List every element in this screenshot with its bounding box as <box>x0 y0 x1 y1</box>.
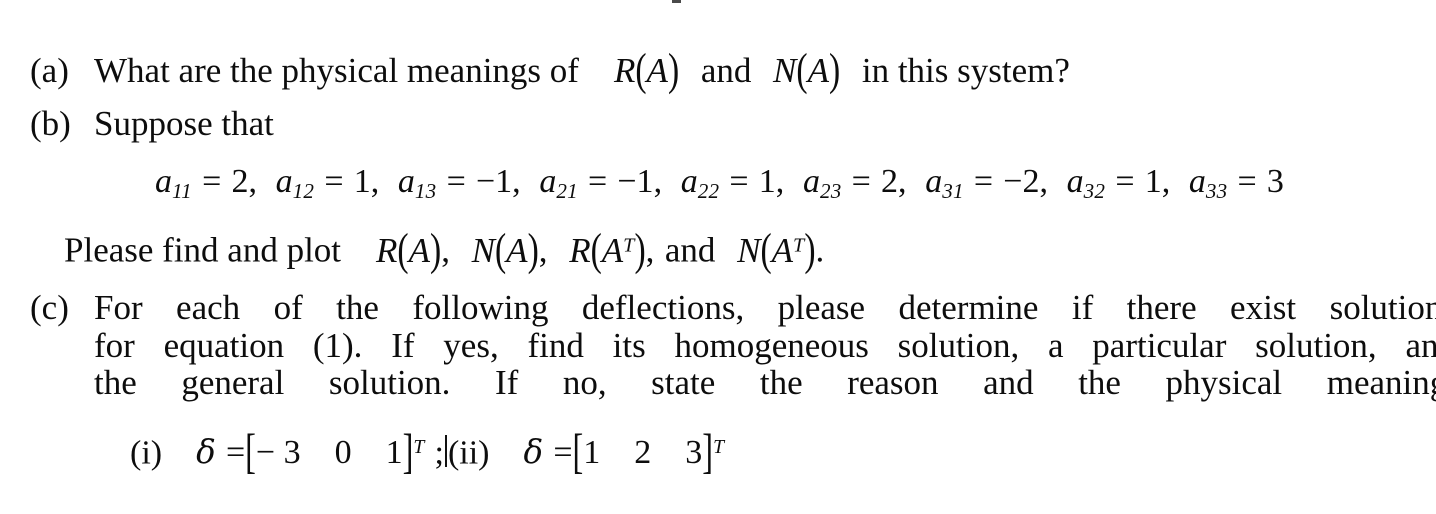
math-range-of-A-transpose: R(AT) <box>569 225 646 275</box>
deflection-ii-component-3: 3 <box>685 434 703 472</box>
item-c-paragraph: For each of the following deflections, p… <box>94 289 1436 402</box>
item-c-line-1: For each of the following deflections, p… <box>94 288 1436 327</box>
item-c-marker: (c) <box>30 288 69 327</box>
math-nullspace-of-A-transpose: N(AT) <box>737 225 816 275</box>
item-a-content: What are the physical meanings of R(A) and… <box>30 45 1436 96</box>
coefficient-a11: a11 = 2 <box>155 163 249 203</box>
item-b-marker: (b) <box>30 104 71 143</box>
deflection-i-expression: δ =[− 3 0 1]T <box>196 424 425 479</box>
text-caret[interactable] <box>444 435 447 468</box>
coefficient-a23: a23 = 2 <box>802 163 899 203</box>
deflection-i-component-3: 1 <box>385 434 403 472</box>
item-a: (a) What are the physical meanings of R(A… <box>0 45 1436 96</box>
find-and-plot-conjunction: and <box>664 230 716 270</box>
math-nullspace-of-A-2: N(A) <box>471 225 539 275</box>
item-a-text-after: in this system? <box>861 51 1070 90</box>
deflection-i-marker: (i) <box>130 434 163 472</box>
deflection-ii-marker: (ii) <box>447 434 490 472</box>
deflection-ii-component-1: 1 <box>583 434 601 472</box>
deflection-ii-expression: δ =[1 2 3]T <box>523 424 725 479</box>
deflection-i-terminator: ; <box>434 434 444 472</box>
clipped-glyph-fragment <box>672 0 681 3</box>
item-a-conjunction: and <box>700 51 752 90</box>
deflection-vectors-line: (i) δ =[− 3 0 1]T; (ii) δ =[1 2 3]T <box>0 424 1436 479</box>
math-nullspace-of-A: N(A) <box>773 45 841 96</box>
item-b-text: Suppose that <box>94 104 274 143</box>
item-c-line-3: the general solution. If no, state the r… <box>94 363 1436 402</box>
deflection-i-component-2: 0 <box>334 434 352 472</box>
deflection-i-component-1: − 3 <box>255 434 301 472</box>
coefficient-a33: a33 = 3 <box>1188 163 1284 203</box>
item-a-marker: (a) <box>30 51 69 90</box>
item-c-line-2: for equation (1). If yes, find its homog… <box>94 325 1436 365</box>
item-b: (b) Suppose that <box>0 105 1436 142</box>
math-range-of-A: R(A) <box>613 45 680 96</box>
math-range-of-A-2: R(A) <box>376 225 442 275</box>
item-c: (c) For each of the following deflection… <box>0 289 1436 402</box>
coefficient-a22: a22 = 1 <box>680 163 776 203</box>
item-a-text-before: What are the physical meanings of <box>94 51 579 90</box>
coefficient-a21: a21 = −1 <box>539 163 654 203</box>
document-page: (a) What are the physical meanings of R(A… <box>0 0 1436 514</box>
find-and-plot-lead: Please find and plot <box>64 230 342 270</box>
coefficient-equations: a11 = 2, a12 = 1, a13 = −1, a21 = −1, a22 = 1, a23… <box>155 163 1284 203</box>
deflection-ii-component-2: 2 <box>634 434 652 472</box>
find-and-plot-line: Please find and plot R(A), N(A), R(AT), and N… <box>64 225 825 275</box>
coefficient-a31: a31 = −2 <box>925 163 1040 203</box>
coefficient-a32: a32 = 1 <box>1066 163 1162 203</box>
coefficient-a12: a12 = 1 <box>275 163 371 203</box>
coefficient-a13: a13 = −1 <box>397 163 513 203</box>
